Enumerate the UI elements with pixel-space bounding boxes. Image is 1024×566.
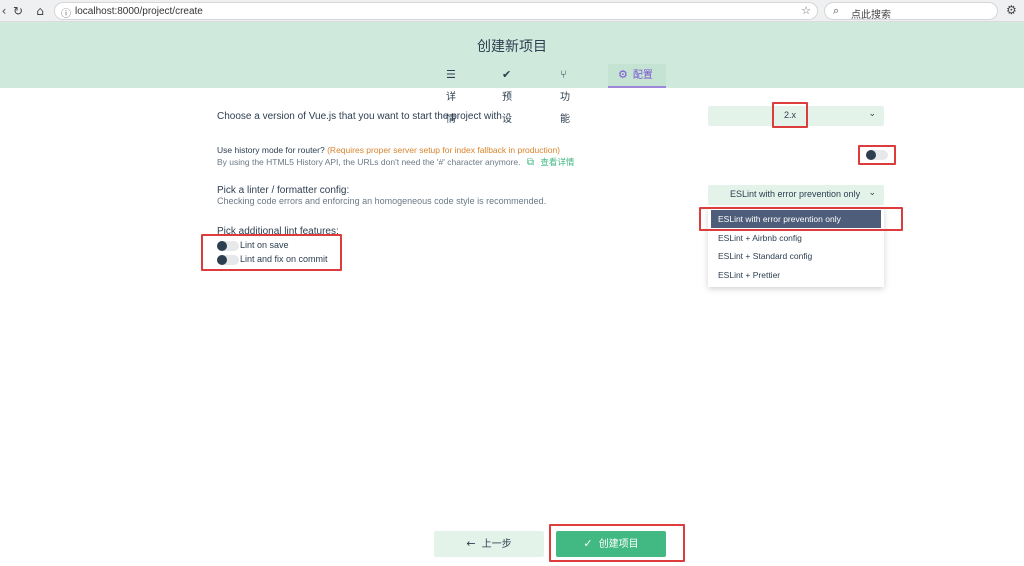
history-mode-note: (Requires proper server setup for index …: [327, 145, 561, 155]
search-icon: ⌕: [833, 4, 840, 17]
browser-search-box[interactable]: ⌕ 点此搜索: [824, 2, 998, 21]
tab-details[interactable]: ☰详情: [446, 64, 461, 125]
dropdown-option[interactable]: ESLint + Prettier: [708, 266, 884, 284]
dropdown-option[interactable]: ESLint + Airbnb config: [708, 229, 884, 247]
tab-config-label: 配置: [632, 70, 653, 81]
settings-icon: ⚙: [618, 68, 628, 81]
create-project-label: 创建项目: [598, 539, 639, 550]
chevron-down-icon: ⌄: [868, 188, 876, 198]
history-mode-desc: By using the HTML5 History API, the URLs…: [217, 157, 521, 167]
home-icon[interactable]: ⌂: [32, 3, 48, 19]
previous-step-label: 上一步: [481, 539, 512, 550]
linter-select[interactable]: ESLint with error prevention only ⌄: [708, 185, 884, 205]
list-icon: ☰: [446, 68, 456, 81]
star-icon[interactable]: ☆: [801, 4, 811, 17]
checkmark-icon: ✓: [583, 537, 593, 550]
address-bar[interactable]: ⓘ localhost:8000/project/create ☆: [54, 2, 818, 20]
dropdown-option[interactable]: ESLint + Standard config: [708, 247, 884, 265]
tab-config[interactable]: ⚙ 配置: [608, 64, 666, 88]
page-header: 创建新项目 ☰详情 ✔ 预设 ⑂ 功能 ⚙ 配置: [0, 22, 1024, 125]
tab-features[interactable]: ⑂ 功能: [560, 64, 572, 125]
chevron-down-icon: ⌄: [868, 109, 876, 119]
lint-fix-commit-toggle[interactable]: [217, 255, 239, 265]
vue-version-label: Choose a version of Vue.js that you want…: [217, 111, 502, 122]
history-mode-link[interactable]: 查看详情: [540, 157, 574, 167]
reload-icon[interactable]: ↻: [10, 3, 26, 19]
toggle-knob: [866, 150, 876, 160]
history-mode-label: Use history mode for router? (Requires p…: [217, 145, 560, 155]
linter-label: Pick a linter / formatter config:: [217, 185, 350, 196]
tab-presets-label: 预设: [502, 92, 512, 125]
page-title: 创建新项目: [477, 38, 547, 54]
history-mode-question: Use history mode for router?: [217, 145, 325, 155]
previous-step-button[interactable]: ← 上一步: [434, 531, 544, 557]
info-icon[interactable]: ⓘ: [61, 5, 71, 20]
arrow-left-icon: ←: [466, 537, 476, 550]
history-mode-toggle[interactable]: [866, 150, 888, 160]
lint-features-label: Pick additional lint features:: [217, 226, 339, 237]
dropdown-option[interactable]: ESLint with error prevention only: [711, 210, 881, 228]
linter-dropdown-menu: ESLint with error prevention only ESLint…: [708, 207, 884, 287]
tab-presets[interactable]: ✔ 预设: [502, 64, 516, 125]
vue-version-value: 2.x: [784, 110, 797, 120]
url-text: localhost:8000/project/create: [75, 6, 203, 17]
linter-desc: Checking code errors and enforcing an ho…: [217, 196, 547, 206]
check-circle-icon: ✔: [502, 68, 512, 81]
linter-select-value: ESLint with error prevention only: [730, 189, 861, 199]
external-link-icon[interactable]: ⧉: [527, 157, 534, 168]
toggle-knob: [217, 255, 227, 265]
tab-features-label: 功能: [560, 92, 570, 125]
create-project-button[interactable]: ✓ 创建项目: [556, 531, 666, 557]
search-placeholder: 点此搜索: [851, 10, 891, 21]
lint-on-save-toggle[interactable]: [217, 241, 239, 251]
lint-fix-commit-label: Lint and fix on commit: [240, 254, 328, 264]
vue-version-select[interactable]: 2.x ⌄: [708, 106, 884, 126]
browser-toolbar: ‹ ↻ ⌂ ⓘ localhost:8000/project/create ☆ …: [0, 0, 1024, 22]
history-mode-desc-row: By using the HTML5 History API, the URLs…: [217, 156, 574, 168]
toggle-knob: [217, 241, 227, 251]
extension-icon[interactable]: ⚙: [1006, 3, 1017, 17]
fork-icon: ⑂: [560, 68, 567, 81]
lint-on-save-label: Lint on save: [240, 240, 289, 250]
